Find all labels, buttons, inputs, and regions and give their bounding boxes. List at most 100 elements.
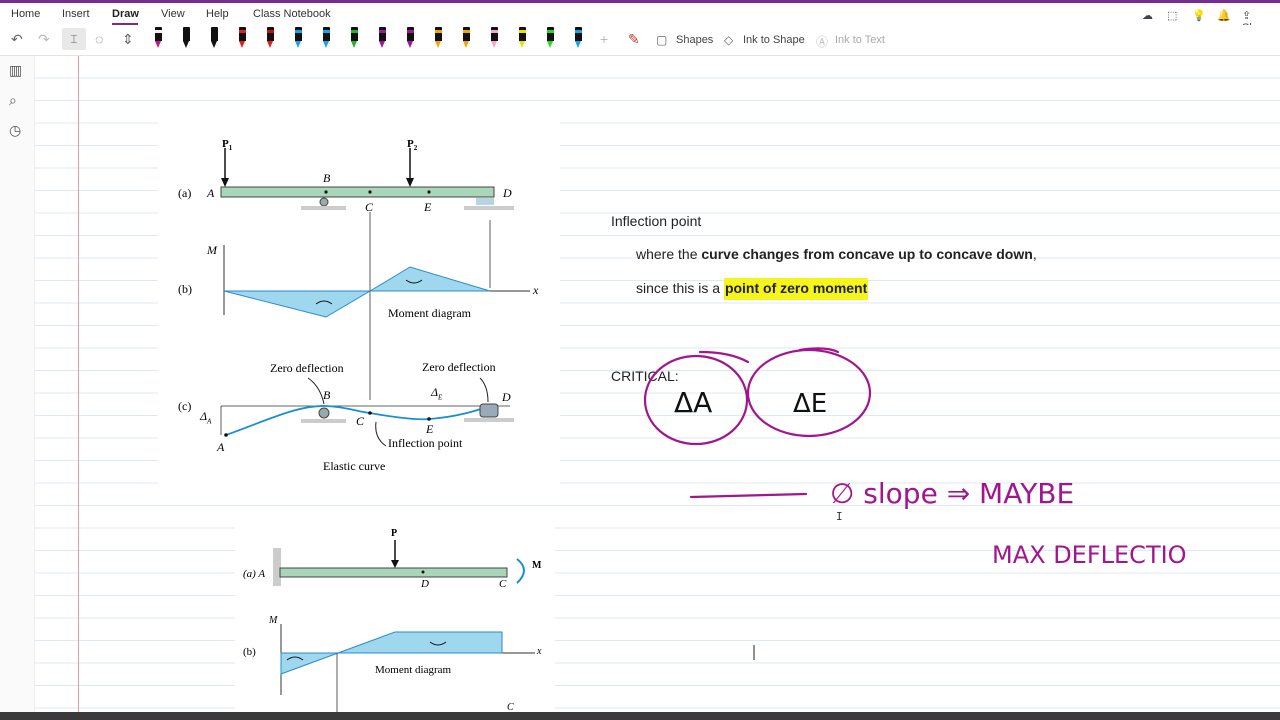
inflection-leader [375,421,387,447]
notebooks-icon[interactable]: ▥ [9,62,22,79]
pen-6[interactable] [292,27,304,51]
label-part-c: (c) [178,399,192,413]
label-point-e-c: E [426,422,434,436]
beam-2 [279,567,508,578]
label-delta-a-sub: A [207,417,212,426]
add-pen-icon[interactable]: + [600,31,608,47]
pen-color-band [155,30,162,33]
pen-10[interactable] [404,27,416,51]
pen-tip [463,41,469,48]
label-delta-e: ΔE [431,385,442,401]
label-zero-deflection-left: Zero deflection [270,361,344,375]
lightbulb-icon[interactable]: 💡 [1192,9,1206,22]
pen-3[interactable] [208,27,220,51]
pen-16[interactable] [572,27,584,51]
label-delta-a-text: Δ [200,409,208,423]
label-delta-e-sub: E [438,393,443,402]
pen-5[interactable] [264,27,276,51]
search-icon[interactable]: ⌕ [9,92,17,109]
bell-icon[interactable]: 🔔 [1217,9,1231,22]
pen-14[interactable] [516,27,528,51]
load-arrowhead-p2 [406,178,414,187]
nav-sidebar: ▥ ⌕ ◷ [0,56,35,720]
label-point-b-c: B [323,388,331,402]
load-arrowhead-p1 [221,178,229,187]
tab-help[interactable]: Help [206,8,229,20]
horizontal-scrollbar[interactable] [0,712,1280,720]
page-margin-line [78,56,79,716]
label-point-e: E [424,200,432,214]
label-moment-diagram-2: Moment diagram [375,664,452,676]
pen-color-band [267,30,274,33]
pen-11[interactable] [432,27,444,51]
pen-color-band [183,30,190,33]
pen-tip [323,41,329,48]
label-point-b: B [323,171,331,185]
add-space-icon[interactable]: ⇕ [122,31,134,48]
zero-deflection-leader-left [307,377,325,405]
pin-support-d-c [479,403,499,418]
label-point-d: D [503,186,512,200]
tab-view[interactable]: View [161,8,185,20]
ink-to-text-icon: Ⓐ [816,35,829,49]
roller-support-b-c [318,407,330,419]
shapes-button[interactable]: Shapes [676,34,713,46]
note-highlight: point of zero moment [723,278,869,300]
pen-tip [519,41,525,48]
note-critical[interactable]: CRITICAL: [611,368,679,384]
pen-tip [267,41,273,48]
pen-4[interactable] [236,27,248,51]
pen-2[interactable] [180,27,192,51]
note-line-2[interactable]: since this is a point of zero moment [636,278,869,300]
load-arrowhead-p [391,560,399,568]
note-line-1-prefix: where the [636,246,702,262]
pen-tip [547,41,553,48]
draw-toolbar: ↶ ↷ ⌶ ◌ ⇕ + ✎ ▢ Shapes ◇ Ink to Shape Ⓐ … [0,25,1280,56]
type-select-icon[interactable]: ⌶ [62,28,86,50]
redo-icon[interactable]: ↷ [38,31,50,48]
label-part-a: (a) [178,186,192,200]
pen-color-band [323,30,330,33]
moment2-negative-region [280,652,339,675]
tab-class-notebook[interactable]: Class Notebook [253,8,331,20]
point-d-dot [421,570,425,574]
pen-7[interactable] [320,27,332,51]
recent-icon[interactable]: ◷ [9,122,21,139]
pen-color-band [519,30,526,33]
pen-15[interactable] [544,27,556,51]
pen-color-band [463,30,470,33]
pen-color-band [239,30,246,33]
tab-draw[interactable]: Draw [112,8,139,20]
label-p: P [391,528,398,539]
pen-tip [379,41,385,48]
pen-tip [183,41,189,48]
pen-color-band [211,30,218,33]
tab-insert[interactable]: Insert [62,8,90,20]
lasso-select-icon[interactable]: ◌ [95,31,103,47]
undo-icon[interactable]: ↶ [11,31,23,48]
pen-color-band [435,30,442,33]
note-heading[interactable]: Inflection point [611,213,701,229]
note-line-1-suffix: , [1032,246,1037,262]
fullscreen-icon[interactable]: ⬚ [1167,9,1177,22]
ink-replay-icon[interactable]: ✎ [628,31,640,48]
pen-color-band [407,30,414,33]
label-point-a: A [207,186,215,200]
pen-12[interactable] [460,27,472,51]
pen-tip [211,41,217,48]
note-line-1[interactable]: where the curve changes from concave up … [636,246,1037,262]
sync-icon[interactable]: ☁ [1142,9,1153,22]
pen-8[interactable] [348,27,360,51]
label-point-a-c: A [217,440,225,454]
pen-13[interactable] [488,27,500,51]
moment-arrow-m [516,558,525,584]
ink-to-text-button[interactable]: Ink to Text [835,34,885,46]
pen-1[interactable] [152,27,164,51]
label-axis-m-2: M [269,615,278,626]
point-c-dot [368,190,372,194]
pen-9[interactable] [376,27,388,51]
tab-home[interactable]: Home [11,8,40,20]
pen-color-band [295,30,302,33]
ink-to-shape-button[interactable]: Ink to Shape [743,34,805,46]
moment-negative-region [223,290,372,318]
